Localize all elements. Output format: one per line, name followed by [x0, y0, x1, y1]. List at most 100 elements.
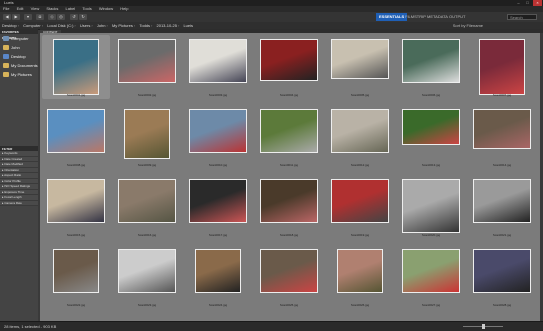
thumbnail-filename: Scan0011.jpg	[279, 163, 299, 167]
thumbnail-filename: Scan0018.jpg	[279, 233, 299, 237]
thumbnail[interactable]: Scan0019.jpg	[326, 175, 394, 239]
thumbnail-filename: Scan0003.jpg	[208, 93, 228, 97]
thumbnail-filename: Scan0004.jpg	[279, 93, 299, 97]
thumbnail-filename: Scan0012.jpg	[350, 163, 370, 167]
thumbnail[interactable]: Scan0003.jpg	[184, 35, 252, 99]
thumbnail-filename: Scan0005.jpg	[350, 93, 370, 97]
thumbnail-filename: Scan0025.jpg	[279, 303, 299, 307]
favorite-item[interactable]: Desktop	[0, 52, 38, 61]
thumbnail[interactable]: Scan0018.jpg	[255, 175, 323, 239]
thumbnail[interactable]: Scan0021.jpg	[468, 175, 536, 239]
rotate-left-icon[interactable]: ↺	[70, 14, 78, 20]
thumbnail[interactable]: Scan0020.jpg	[397, 175, 465, 239]
thumbnail[interactable]: Scan0007.jpg	[468, 35, 536, 99]
thumbnail[interactable]: Scan0010.jpg	[184, 105, 252, 169]
thumbnail-filename: Scan0007.jpg	[492, 93, 512, 97]
thumbnail[interactable]: Scan0002.jpg	[113, 35, 181, 99]
left-panel: FAVORITES FOLDERS Computer John Desktop My …	[0, 29, 38, 321]
thumbnail[interactable]: Scan0015.jpg	[42, 175, 110, 239]
crumb-users[interactable]: Users	[80, 22, 90, 29]
filter-category[interactable]: ▸ Camera Raw	[0, 200, 38, 206]
photo-image	[402, 179, 460, 233]
favorite-label: Desktop	[11, 54, 26, 59]
photo-image	[260, 179, 318, 223]
crumb-local-disk[interactable]: Local Disk (C:)	[47, 22, 73, 29]
thumbnail[interactable]: Scan0026.jpg	[326, 245, 394, 309]
favorite-label: My Pictures	[11, 72, 32, 77]
photo-image	[473, 109, 531, 149]
crumb-john[interactable]: John	[97, 22, 106, 29]
content-grid: Scan0001.jpg Scan0002.jpg Scan0003.jpg Scan…	[40, 33, 540, 321]
photo-image	[118, 249, 176, 293]
photo-image	[337, 249, 383, 293]
favorite-item[interactable]: My Documents	[0, 61, 38, 70]
thumbnail[interactable]: Scan0005.jpg	[326, 35, 394, 99]
thumbnail-filename: Scan0017.jpg	[208, 233, 228, 237]
crumb-date-folder[interactable]: 2013-10-25	[157, 22, 177, 29]
crumb-computer[interactable]: Computer	[23, 22, 41, 29]
photo-image	[260, 39, 318, 81]
thumbnail[interactable]: Scan0006.jpg	[397, 35, 465, 99]
back-button[interactable]: ◀	[3, 14, 11, 20]
folder-icon	[3, 63, 9, 68]
thumbnail-filename: Scan0015.jpg	[66, 233, 86, 237]
photo-image	[189, 39, 247, 83]
thumbnail[interactable]: Scan0025.jpg	[255, 245, 323, 309]
photo-image	[118, 179, 176, 223]
thumbnail[interactable]: Scan0016.jpg	[113, 175, 181, 239]
favorite-item[interactable]: Computer	[0, 34, 38, 43]
favorite-label: Computer	[11, 36, 29, 41]
favorite-item[interactable]: John	[0, 43, 38, 52]
thumbnail[interactable]: Scan0008.jpg	[42, 105, 110, 169]
workspace-output[interactable]: OUTPUT	[446, 13, 468, 21]
thumbnail-size-slider[interactable]	[482, 324, 485, 329]
refine-icon[interactable]: ◇	[48, 14, 56, 20]
thumbnail[interactable]: Scan0023.jpg	[113, 245, 181, 309]
thumbnail-filename: Scan0010.jpg	[208, 163, 228, 167]
thumbnail-filename: Scan0008.jpg	[66, 163, 86, 167]
thumbnail-filename: Scan0026.jpg	[350, 303, 370, 307]
photo-image	[402, 249, 460, 293]
thumbnail[interactable]: Scan0028.jpg	[468, 245, 536, 309]
thumbnail-filename: Scan0013.jpg	[421, 163, 441, 167]
thumbnail[interactable]: Scan0027.jpg	[397, 245, 465, 309]
thumbnail[interactable]: Scan0012.jpg	[326, 105, 394, 169]
thumbnail[interactable]: Scan0001.jpg	[42, 35, 110, 99]
photo-image	[402, 109, 460, 145]
filter-list: ▸ Keywords ▸ Date Created ▸ Date Modified ▸…	[0, 151, 38, 206]
camera-icon[interactable]: ◘	[36, 14, 44, 20]
favorite-item[interactable]: My Pictures	[0, 70, 38, 79]
sort-dropdown[interactable]: Sort by Filename	[453, 22, 483, 29]
thumbnail-filename: Scan0016.jpg	[137, 233, 157, 237]
recent-folder-button[interactable]: ▾	[24, 14, 32, 20]
crumb-todds[interactable]: Todds	[139, 22, 150, 29]
thumbnail[interactable]: Scan0013.jpg	[397, 105, 465, 169]
thumbnail-filename: Scan0027.jpg	[421, 303, 441, 307]
photo-image	[331, 179, 389, 223]
folder-icon	[3, 72, 9, 77]
photo-image	[331, 109, 389, 153]
favorites-list: Computer John Desktop My Documents My Pictur…	[0, 34, 38, 79]
thumbnail[interactable]: Scan0014.jpg	[468, 105, 536, 169]
search-input[interactable]: Search	[507, 14, 537, 20]
thumbnail[interactable]: Scan0024.jpg	[184, 245, 252, 309]
thumbnail[interactable]: Scan0011.jpg	[255, 105, 323, 169]
thumbnail[interactable]: Scan0009.jpg	[113, 105, 181, 169]
photo-image	[124, 109, 170, 159]
crumb-current-folder[interactable]: Lueis	[183, 22, 193, 29]
folder-icon	[3, 45, 9, 50]
forward-button[interactable]: ▶	[12, 14, 20, 20]
thumbnail[interactable]: Scan0004.jpg	[255, 35, 323, 99]
open-in-camera-raw-icon[interactable]: ◎	[57, 14, 65, 20]
rotate-right-icon[interactable]: ↻	[79, 14, 87, 20]
photo-image	[189, 179, 247, 223]
thumbnail-filename: Scan0002.jpg	[137, 93, 157, 97]
thumbnail[interactable]: Scan0022.jpg	[42, 245, 110, 309]
thumbnail[interactable]: Scan0017.jpg	[184, 175, 252, 239]
crumb-desktop[interactable]: Desktop	[2, 22, 17, 29]
photo-image	[189, 109, 247, 153]
crumb-my-pictures[interactable]: My Pictures	[112, 22, 133, 29]
favorite-label: My Documents	[11, 63, 38, 68]
photo-image	[331, 39, 389, 79]
thumbnail-filename: Scan0001.jpg	[66, 93, 86, 97]
